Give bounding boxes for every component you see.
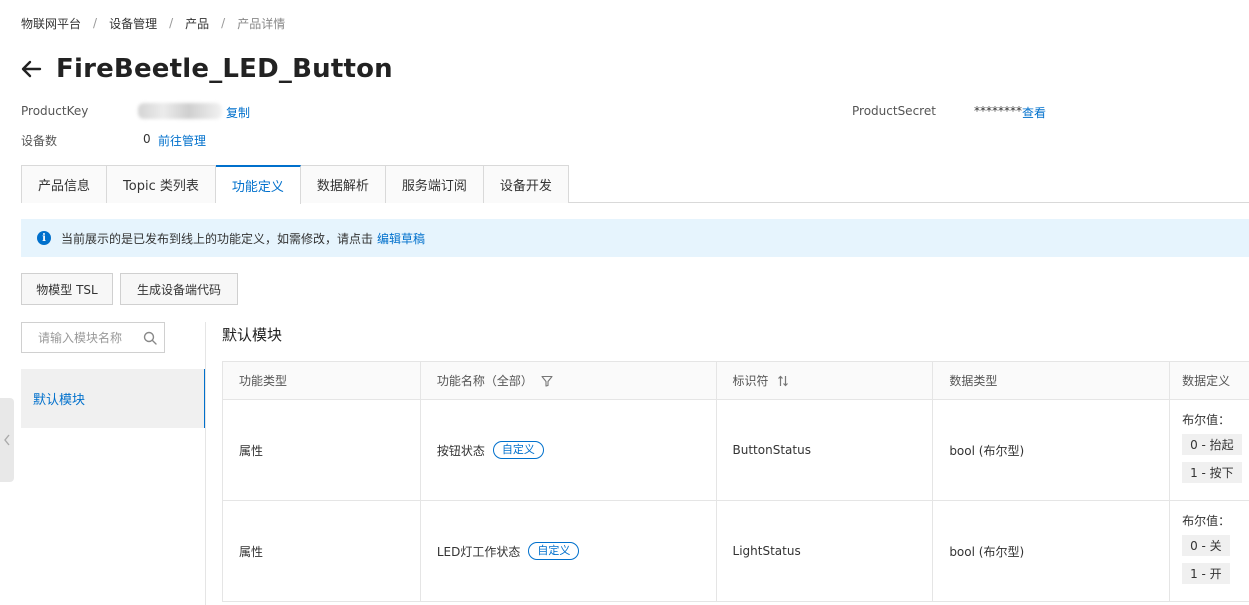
cell-data-definition: 布尔值： 0 - 关 1 - 开: [1170, 501, 1249, 601]
breadcrumb-separator: /: [93, 16, 98, 30]
cell-data-type: bool (布尔型): [933, 501, 1171, 601]
function-table: 功能类型 功能名称（全部） 标识符 数据类型 数据定义 属性 按钮状态 自定义 …: [222, 361, 1249, 602]
view-secret-link[interactable]: 查看: [1022, 104, 1046, 121]
device-count-label: 设备数: [21, 134, 58, 148]
generate-code-button[interactable]: 生成设备端代码: [120, 273, 238, 305]
tab-product-info[interactable]: 产品信息: [21, 165, 108, 203]
device-count-value: 0: [143, 132, 151, 146]
header-data-definition: 数据定义: [1170, 362, 1249, 399]
breadcrumb-item-device-mgmt[interactable]: 设备管理: [109, 15, 157, 32]
product-key-value: [138, 103, 222, 119]
tab-server-subscription[interactable]: 服务端订阅: [385, 165, 484, 203]
function-name: 按钮状态: [436, 443, 485, 458]
header-identifier: 标识符: [717, 362, 934, 399]
product-secret-label: ProductSecret: [852, 104, 936, 118]
custom-tag: 自定义: [528, 542, 580, 560]
definition-value: 1 - 开: [1182, 562, 1230, 584]
breadcrumb-separator: /: [221, 16, 226, 30]
section-title: 默认模块: [222, 326, 283, 344]
info-notice: i 当前展示的是已发布到线上的功能定义，如需修改，请点击 编辑草稿: [21, 219, 1249, 257]
breadcrumb-item-current: 产品详情: [237, 16, 286, 31]
cell-function-type: 属性: [223, 400, 421, 500]
function-name: LED灯工作状态: [436, 544, 521, 559]
definition-value: 0 - 抬起: [1182, 433, 1242, 455]
page-title: FireBeetle_LED_Button: [56, 54, 393, 84]
manage-link[interactable]: 前往管理: [158, 132, 206, 149]
header-function-type: 功能类型: [223, 362, 421, 399]
definition-value: 1 - 按下: [1182, 461, 1242, 483]
sort-icon[interactable]: [777, 375, 789, 387]
definition-label: 布尔值：: [1182, 513, 1231, 528]
info-text: 当前展示的是已发布到线上的功能定义，如需修改，请点击: [61, 231, 374, 246]
info-circle-icon: i: [37, 231, 51, 245]
divider: [205, 322, 206, 605]
breadcrumb-separator: /: [169, 16, 174, 30]
tsl-button[interactable]: 物模型 TSL: [21, 273, 113, 305]
tab-bar: 产品信息 Topic 类列表 功能定义 数据解析 服务端订阅 设备开发: [21, 165, 1249, 204]
product-key-label: ProductKey: [21, 104, 89, 118]
tab-topic-list[interactable]: Topic 类列表: [107, 165, 216, 203]
cell-function-name: 按钮状态 自定义: [421, 400, 717, 500]
header-identifier-label: 标识符: [732, 374, 769, 388]
edit-draft-link[interactable]: 编辑草稿: [377, 230, 425, 247]
module-search-input[interactable]: 请输入模块名称: [21, 322, 165, 353]
title-row: FireBeetle_LED_Button: [20, 52, 393, 86]
breadcrumb: 物联网平台 / 设备管理 / 产品 / 产品详情: [21, 15, 285, 31]
module-item-default[interactable]: 默认模块: [21, 369, 206, 428]
cell-function-name: LED灯工作状态 自定义: [421, 501, 717, 601]
tab-function-definition[interactable]: 功能定义: [215, 165, 301, 204]
tab-data-parsing[interactable]: 数据解析: [300, 165, 386, 203]
tab-device-development[interactable]: 设备开发: [483, 165, 569, 203]
custom-tag: 自定义: [492, 441, 544, 459]
breadcrumb-item-iot[interactable]: 物联网平台: [21, 15, 81, 32]
cell-data-definition: 布尔值： 0 - 抬起 1 - 按下: [1170, 400, 1249, 500]
filter-icon[interactable]: [541, 375, 553, 387]
copy-link[interactable]: 复制: [226, 104, 250, 121]
search-icon[interactable]: [143, 331, 157, 345]
breadcrumb-item-product[interactable]: 产品: [185, 15, 209, 32]
table-row: 属性 LED灯工作状态 自定义 LightStatus bool (布尔型) 布…: [223, 501, 1249, 602]
definition-label: 布尔值：: [1182, 412, 1231, 427]
header-function-name: 功能名称（全部）: [421, 362, 717, 399]
cell-function-type: 属性: [223, 501, 421, 601]
definition-value: 0 - 关: [1182, 534, 1230, 556]
cell-identifier: ButtonStatus: [717, 400, 934, 500]
cell-data-type: bool (布尔型): [933, 400, 1171, 500]
product-secret-value: ********: [974, 104, 1022, 118]
header-data-type: 数据类型: [933, 362, 1171, 399]
table-row: 属性 按钮状态 自定义 ButtonStatus bool (布尔型) 布尔值：…: [223, 400, 1249, 501]
chevron-left-icon[interactable]: [0, 398, 14, 482]
arrow-left-icon[interactable]: [20, 58, 42, 80]
cell-identifier: LightStatus: [717, 501, 934, 601]
table-header: 功能类型 功能名称（全部） 标识符 数据类型 数据定义: [223, 362, 1249, 400]
header-function-name-label: 功能名称（全部）: [436, 374, 533, 388]
search-placeholder: 请输入模块名称: [38, 331, 123, 345]
